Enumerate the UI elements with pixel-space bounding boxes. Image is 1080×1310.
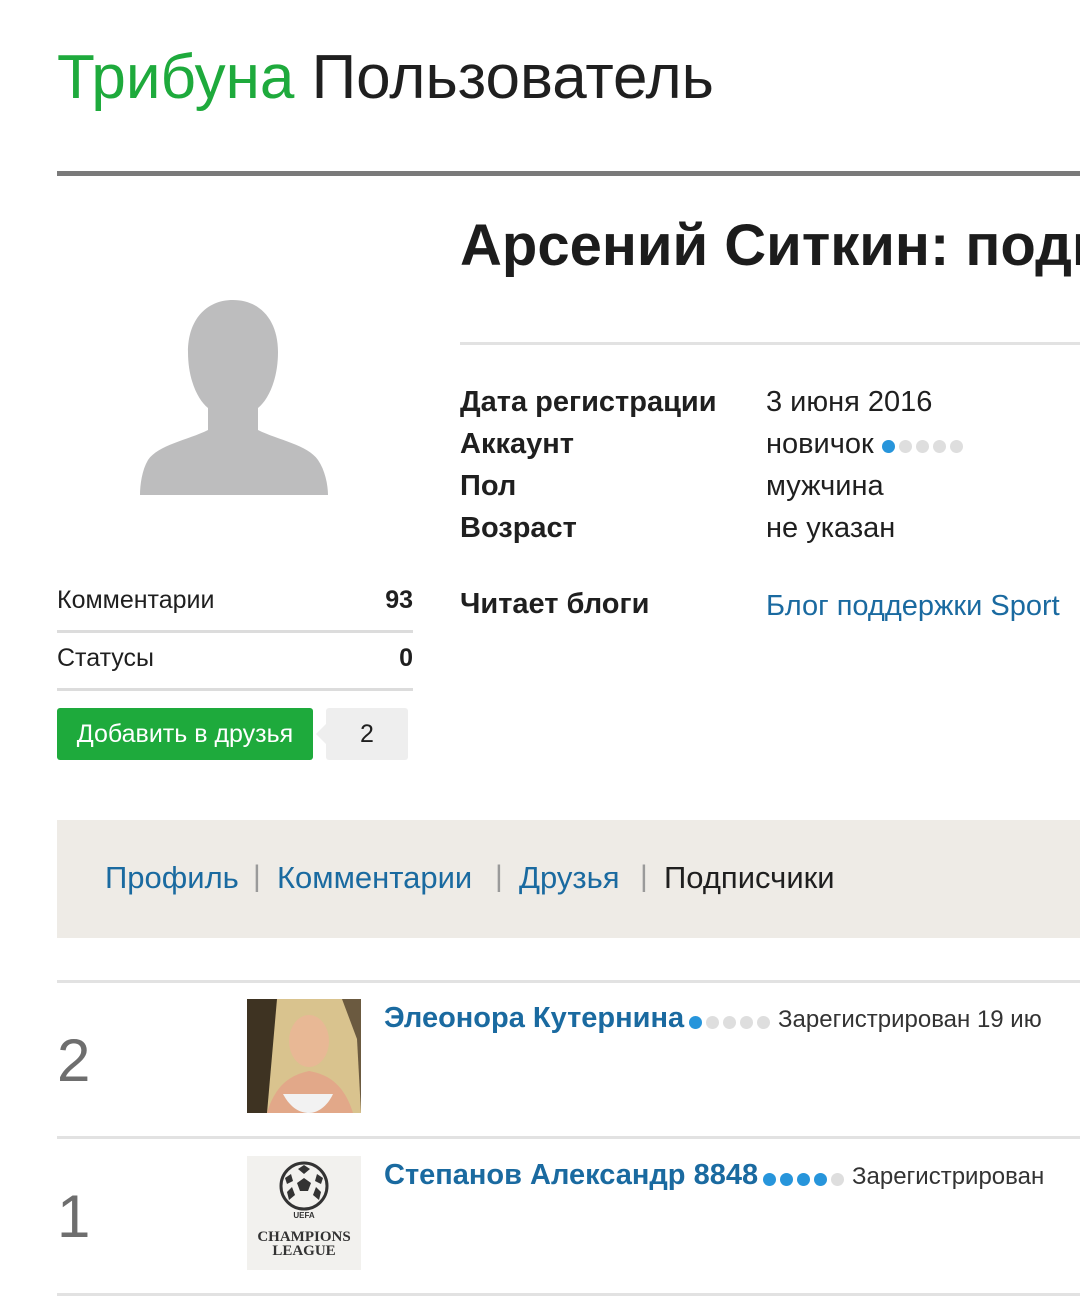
account-rank: новичок [766, 428, 874, 460]
info-value-gender: мужчина [766, 470, 884, 502]
level-dot [830, 1173, 844, 1187]
row-divider [57, 1293, 1080, 1296]
subscriber-registration: Зарегистрирован 19 ию [778, 1006, 1042, 1033]
subscriber-avatar[interactable]: UEFA CHAMPIONS LEAGUE [247, 1156, 361, 1270]
thumb-caption: CHAMPIONS LEAGUE [257, 1229, 351, 1259]
level-dot [898, 439, 912, 453]
tab-profile[interactable]: Профиль [105, 860, 239, 896]
subscriber-rank: 2 [57, 1027, 91, 1094]
header-title: Пользователь [311, 43, 714, 112]
tab-subscribers[interactable]: Подписчики [664, 860, 835, 896]
level-dot [739, 1016, 753, 1030]
info-value-registration: 3 июня 2016 [766, 386, 933, 418]
brand-logo-text[interactable]: Трибуна [57, 43, 294, 112]
level-dot [796, 1173, 810, 1187]
level-dot [932, 439, 946, 453]
tab-separator: | [253, 860, 261, 893]
level-dot [688, 1016, 702, 1030]
subscriber-avatar[interactable] [247, 999, 361, 1113]
info-label-account: Аккаунт [460, 428, 574, 460]
level-dot [722, 1016, 736, 1030]
tab-separator: | [640, 860, 648, 893]
friend-count-badge: 2 [316, 708, 408, 760]
page-title: Арсений Ситкин: подп [460, 213, 1080, 278]
info-label-registration: Дата регистрации [460, 386, 717, 418]
subscriber-name-link[interactable]: Элеонора Кутернина [384, 1002, 684, 1034]
tab-comments[interactable]: Комментарии [277, 860, 472, 896]
level-dot [756, 1016, 770, 1030]
tab-separator: | [495, 860, 503, 893]
subscriber-level-indicator [762, 1171, 848, 1189]
site-header: Трибуна Пользователь [57, 40, 714, 116]
info-label-gender: Пол [460, 470, 517, 502]
info-label-age: Возраст [460, 512, 577, 544]
level-dot [762, 1173, 776, 1187]
stat-statuses[interactable]: Статусы 0 [57, 630, 413, 691]
profile-tabs: Профиль | Комментарии | Друзья | Подписч… [57, 820, 1080, 938]
stat-value: 93 [385, 586, 413, 614]
subscriber-registration: Зарегистрирован [852, 1163, 1045, 1190]
info-value-age: не указан [766, 512, 896, 544]
tab-friends[interactable]: Друзья [519, 860, 620, 896]
level-dot [881, 439, 895, 453]
subscriber-line: Степанов Александр 8848 Зарегистрирован [384, 1159, 1044, 1192]
level-dot [779, 1173, 793, 1187]
subscriber-name-link[interactable]: Степанов Александр 8848 [384, 1159, 758, 1191]
title-divider [460, 342, 1080, 345]
subscriber-level-indicator [688, 1014, 774, 1032]
stat-label: Статусы [57, 644, 154, 672]
stat-label: Комментарии [57, 586, 215, 614]
stat-comments[interactable]: Комментарии 93 [57, 572, 413, 633]
subscriber-rank: 1 [57, 1183, 91, 1250]
info-label-blogs: Читает блоги [460, 588, 650, 620]
row-divider [57, 1136, 1080, 1139]
avatar-placeholder-icon [128, 290, 338, 495]
add-friend-button[interactable]: Добавить в друзья [57, 708, 313, 760]
level-dot [949, 439, 963, 453]
info-value-account: новичок [766, 428, 967, 462]
level-dot [915, 439, 929, 453]
subscriber-line: Элеонора Кутернина Зарегистрирован 19 ию [384, 1002, 1042, 1035]
blog-link[interactable]: Блог поддержки Sport [766, 590, 1060, 623]
row-divider [57, 980, 1080, 983]
account-level-indicator [881, 429, 967, 462]
svg-text:UEFA: UEFA [293, 1211, 315, 1220]
level-dot [705, 1016, 719, 1030]
level-dot [813, 1173, 827, 1187]
header-divider [57, 171, 1080, 176]
stat-value: 0 [399, 644, 413, 672]
